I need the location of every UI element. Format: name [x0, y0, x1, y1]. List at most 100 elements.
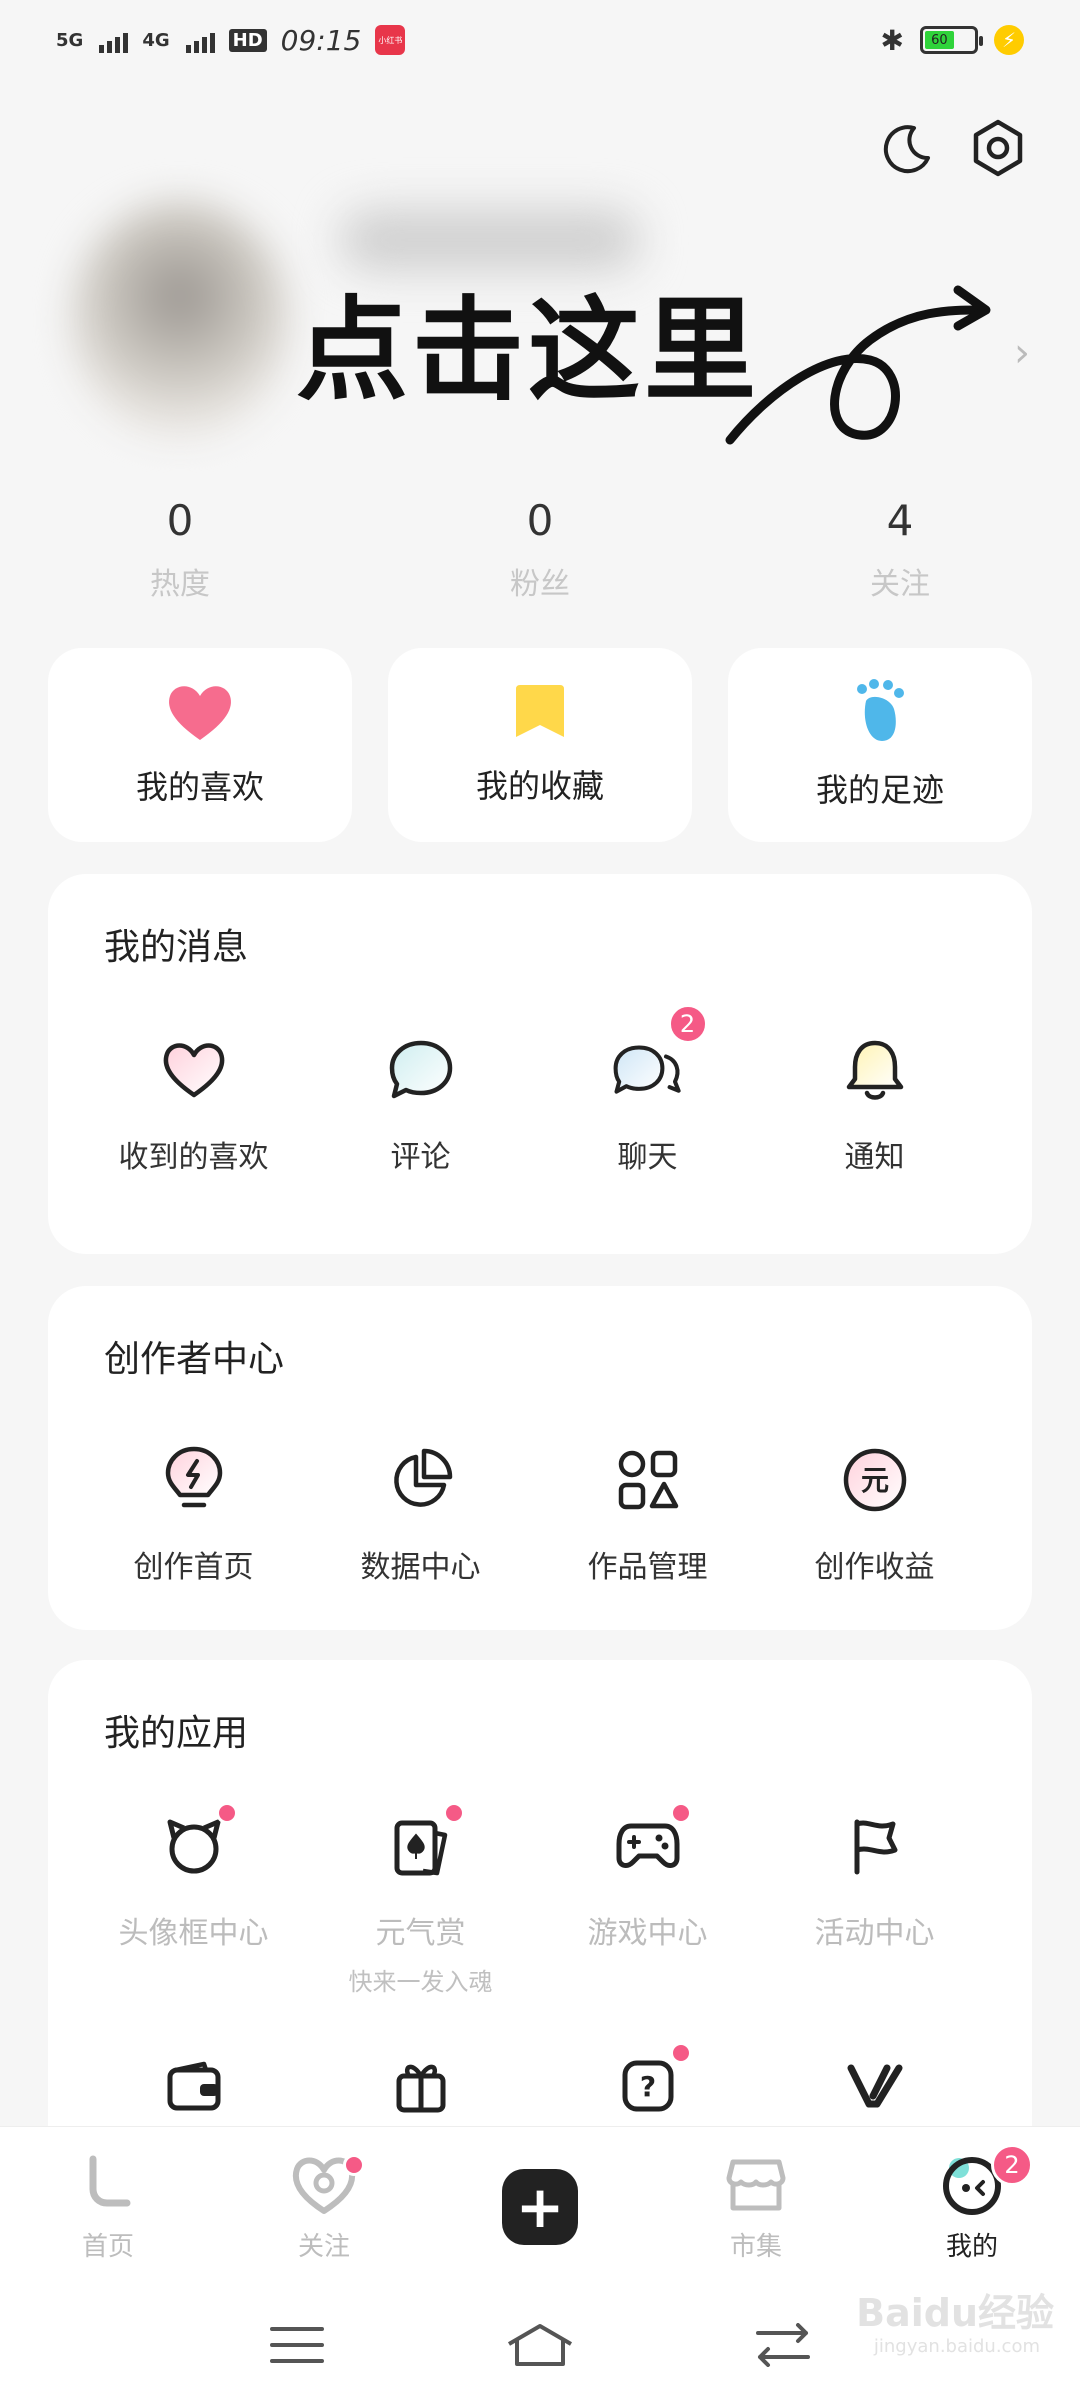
nav-label: 首页: [81, 2232, 134, 2262]
charging-icon: ⚡: [994, 25, 1024, 55]
stat-label: 热度: [150, 567, 210, 602]
lightbulb-icon: [158, 1444, 230, 1516]
nav-market[interactable]: 市集: [648, 2127, 864, 2286]
nav-create[interactable]: +: [432, 2127, 648, 2286]
bell-icon: [839, 1034, 911, 1106]
item-sublabel: 快来一发入魂: [348, 1968, 493, 1996]
my-likes-card[interactable]: 我的喜欢: [48, 648, 352, 842]
works-management-item[interactable]: 作品管理: [534, 1444, 761, 1586]
nav-home[interactable]: 首页: [0, 2127, 216, 2286]
apps-grid: 头像框中心 元气赏 快来一发入魂 游戏中心 活动中心: [48, 1802, 1032, 1997]
notifications-item[interactable]: 通知: [761, 1034, 988, 1176]
data-center-item[interactable]: 数据中心: [307, 1444, 534, 1586]
yuanqi-reward-item[interactable]: 元气赏 快来一发入魂: [307, 1802, 534, 1997]
comment-icon: [385, 1034, 457, 1106]
bookmark-icon: [516, 685, 564, 737]
nav-follow[interactable]: 关注: [216, 2127, 432, 2286]
item-label: 作品管理: [587, 1550, 708, 1585]
nav-label: 关注: [297, 2232, 350, 2262]
follow-icon: [289, 2150, 365, 2220]
annotation-text: 点击这里: [296, 286, 760, 416]
help-icon: ?: [612, 2042, 692, 2122]
flag-icon: [839, 1810, 911, 1882]
stat-heat[interactable]: 0 热度: [0, 496, 360, 603]
status-time: 09:15: [280, 23, 362, 57]
creator-earnings-item[interactable]: 元 创作收益: [761, 1444, 988, 1586]
baidu-watermark-url: jingyan.baidu.com: [873, 2336, 1040, 2357]
chevron-right-icon[interactable]: ›: [1014, 330, 1030, 376]
baidu-watermark: Baidu经验: [856, 2291, 1054, 2335]
profile-header[interactable]: 点击这里 ›: [0, 160, 1080, 490]
stat-fans[interactable]: 0 粉丝: [360, 496, 720, 603]
item-label: 通知: [844, 1140, 905, 1175]
item-label: 评论: [390, 1140, 451, 1175]
item-label: 聊天: [617, 1140, 678, 1175]
section-title: 我的应用: [104, 1713, 249, 1754]
my-footprints-card[interactable]: 我的足迹: [728, 648, 1032, 842]
wallet-item[interactable]: [80, 2050, 307, 2122]
item-label: 游戏中心: [587, 1916, 708, 1951]
stat-label: 粉丝: [510, 567, 570, 602]
creator-center-section: 创作者中心 创作首页 数据中心 作品管理 元 创作收益: [48, 1286, 1032, 1630]
wallet-icon: [158, 2050, 230, 2122]
menu-icon[interactable]: [270, 2325, 325, 2369]
my-favorites-label: 我的收藏: [475, 767, 604, 805]
comments-item[interactable]: 评论: [307, 1034, 534, 1176]
v-member-item[interactable]: [761, 2050, 988, 2122]
new-dot: [669, 1802, 692, 1824]
nav-label: 我的: [945, 2232, 998, 2262]
my-apps-section: 我的应用 头像框中心 元气赏 快来一发入魂 游戏中心 活动中心 ?: [48, 1660, 1032, 2180]
heart-outline-icon: [158, 1034, 230, 1106]
item-label: 活动中心: [814, 1916, 935, 1951]
plus-icon: +: [502, 2168, 578, 2245]
event-center-item[interactable]: 活动中心: [761, 1810, 988, 1997]
home-button-icon[interactable]: [505, 2322, 575, 2372]
help-item[interactable]: ?: [534, 2042, 761, 2122]
new-dot: [442, 1802, 465, 1824]
back-icon[interactable]: [755, 2323, 810, 2371]
avatar[interactable]: [70, 200, 290, 440]
stat-value: 0: [166, 496, 194, 545]
hd-badge: HD: [228, 28, 267, 52]
new-dot: [215, 1802, 238, 1824]
chat-icon: 2: [612, 1004, 708, 1106]
yuan-coin-icon: 元: [839, 1444, 911, 1516]
nav-me[interactable]: 2 我的: [864, 2127, 1080, 2286]
gift-item[interactable]: [307, 2050, 534, 2122]
shapes-icon: [612, 1444, 684, 1516]
my-likes-label: 我的喜欢: [135, 768, 264, 806]
bottom-nav: 首页 关注 + 市集 2 我的: [0, 2126, 1080, 2286]
svg-text:?: ?: [639, 2070, 655, 2103]
creator-home-item[interactable]: 创作首页: [80, 1444, 307, 1586]
store-icon: [721, 2150, 791, 2220]
gamepad-icon: [612, 1802, 692, 1882]
battery-icon: 60: [920, 26, 983, 54]
pie-chart-icon: [385, 1444, 457, 1516]
heart-icon: [169, 686, 231, 740]
nav-label: 市集: [729, 2232, 782, 2262]
quick-cards: 我的喜欢 我的收藏 我的足迹: [48, 648, 1032, 842]
notification-app-icon: 小红书: [375, 25, 406, 55]
me-icon: 2: [937, 2144, 1033, 2220]
footprint-icon: [857, 679, 904, 741]
new-dot: [669, 2042, 692, 2064]
home-icon: [73, 2150, 143, 2220]
game-center-item[interactable]: 游戏中心: [534, 1802, 761, 1997]
my-favorites-card[interactable]: 我的收藏: [388, 648, 692, 842]
my-footprints-label: 我的足迹: [815, 771, 944, 809]
item-label: 头像框中心: [118, 1916, 269, 1951]
avatar-frame-center-item[interactable]: 头像框中心: [80, 1802, 307, 1997]
section-title: 我的消息: [104, 927, 249, 968]
v-logo-icon: [839, 2050, 911, 2122]
status-bar: 5G 4G HD 09:15 小红书 ✱ 60 ⚡: [0, 0, 1080, 80]
avatar-frame-icon: [158, 1802, 238, 1882]
gift-icon: [385, 2050, 457, 2122]
chat-unread-badge: 2: [667, 1004, 708, 1044]
signal-icon: [185, 27, 215, 53]
received-likes-item[interactable]: 收到的喜欢: [80, 1034, 307, 1176]
chat-item[interactable]: 2 聊天: [534, 1004, 761, 1176]
stat-value: 4: [886, 496, 914, 545]
card-icon: [385, 1802, 465, 1882]
stat-following[interactable]: 4 关注: [720, 496, 1080, 603]
item-label: 元气赏: [375, 1916, 466, 1951]
